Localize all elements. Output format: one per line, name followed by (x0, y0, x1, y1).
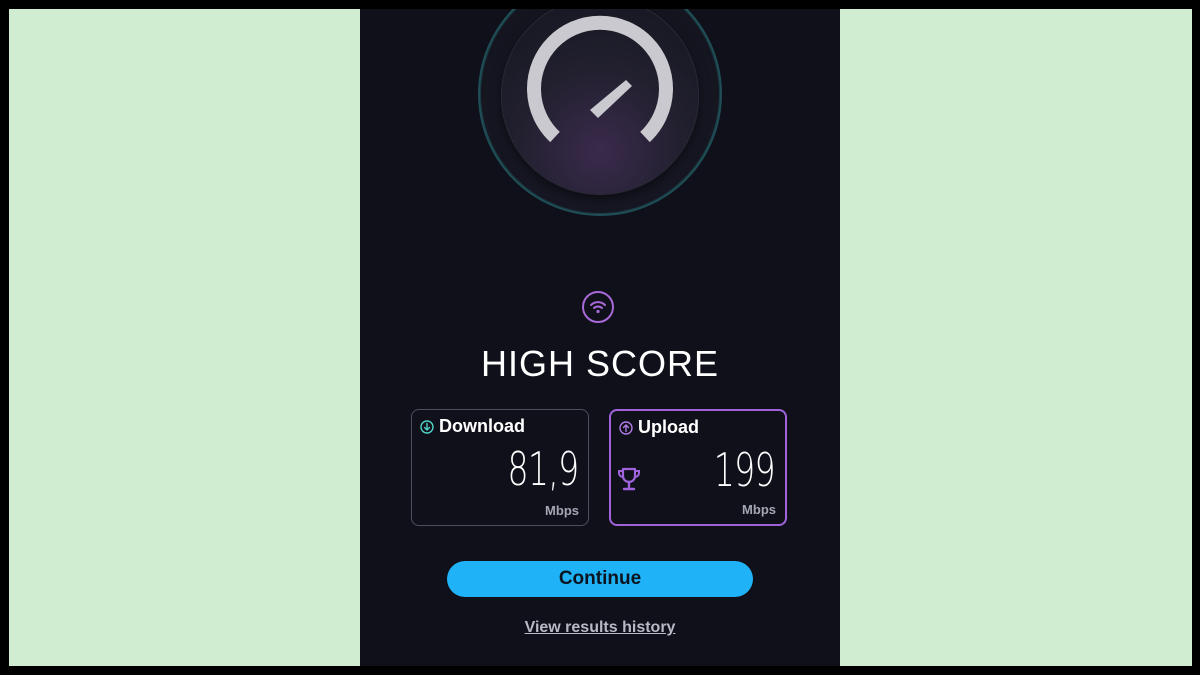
wifi-icon (582, 291, 614, 323)
arrow-up-circle-icon (619, 420, 633, 435)
upload-unit: Mbps (742, 502, 776, 517)
app-screen: HIGH SCORE Download 81,9 Mbps Upload 199 (360, 9, 840, 666)
upload-card-header: Upload (619, 417, 699, 438)
download-unit: Mbps (545, 503, 579, 518)
upload-label: Upload (638, 417, 699, 437)
continue-button[interactable]: Continue (447, 561, 753, 597)
arrow-down-circle-icon (420, 419, 434, 434)
speed-gauge (478, 9, 722, 222)
page-title: HIGH SCORE (480, 343, 720, 384)
download-value: 81,9 (507, 442, 579, 496)
download-label: Download (439, 416, 525, 436)
download-result-card: Download 81,9 Mbps (411, 409, 589, 526)
upload-result-card: Upload 199 Mbps (609, 409, 787, 526)
trophy-icon (618, 467, 640, 491)
download-card-header: Download (420, 416, 525, 437)
view-results-history-link[interactable]: View results history (360, 619, 840, 637)
speedometer-icon (527, 15, 673, 143)
upload-value: 199 (713, 443, 776, 497)
